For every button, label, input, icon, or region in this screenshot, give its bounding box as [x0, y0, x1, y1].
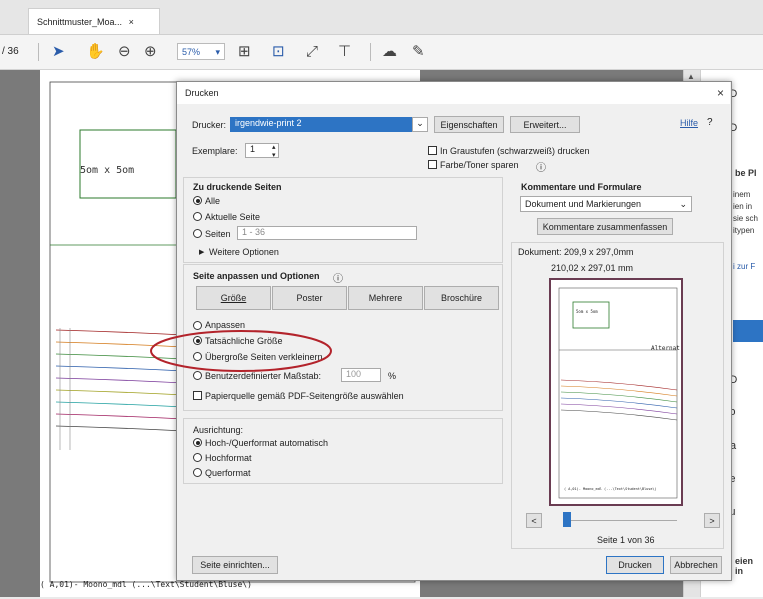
tools-text: inem	[733, 190, 751, 199]
pages-current-label: Aktuelle Seite	[205, 212, 261, 222]
pages-range-value: 1 - 36	[242, 227, 266, 237]
zoom-value: 57%	[182, 47, 201, 57]
tools-blue-button[interactable]	[733, 320, 763, 342]
orient-landscape-label: Querformat	[205, 468, 251, 478]
paper-size: 210,02 x 297,01 mm	[551, 263, 634, 273]
copies-label: Exemplare:	[192, 146, 238, 156]
advanced-button[interactable]: Erweitert...	[510, 116, 580, 133]
arrow-cursor-icon[interactable]: ➤	[52, 42, 65, 62]
print-preview	[549, 278, 683, 506]
percent-label: %	[388, 371, 397, 381]
properties-button[interactable]: Eigenschaften	[434, 116, 504, 133]
pages-all-label: Alle	[205, 196, 221, 206]
pages-range-label: Seiten	[205, 229, 231, 239]
tools-text: be Pl	[735, 168, 757, 178]
tools-text: ien in	[733, 202, 753, 211]
orient-landscape-radio[interactable]	[193, 468, 202, 477]
tab-document[interactable]: Schnittmuster_Moa... ×	[28, 8, 160, 34]
help-link[interactable]: Hilfe	[680, 118, 698, 128]
summarize-comments-button[interactable]: Kommentare zusammenfassen	[537, 218, 673, 235]
zoom-out-icon[interactable]: ⊖	[118, 42, 131, 62]
orient-portrait-radio[interactable]	[193, 453, 202, 462]
document-footer: ( A,01)- Moono_mdl (...\Text\Student\Blu…	[40, 580, 252, 589]
orient-auto-radio[interactable]	[193, 438, 202, 447]
tools-text: sie sch	[733, 214, 758, 223]
pen-icon[interactable]: ✎	[412, 42, 425, 62]
zoom-in-icon[interactable]: ⊕	[144, 42, 157, 62]
close-icon[interactable]: ×	[129, 17, 134, 27]
grayscale-checkbox[interactable]	[428, 146, 437, 155]
page-count: Seite 1 von 36	[597, 535, 655, 545]
print-button[interactable]: Drucken	[606, 556, 664, 574]
stepper-icon[interactable]: ▴ ▾	[272, 143, 276, 159]
highlight-ellipse	[150, 330, 332, 372]
pages-range-radio[interactable]	[193, 229, 202, 238]
orient-portrait-label: Hochformat	[205, 453, 252, 463]
fit-page-icon[interactable]: ⊞	[238, 42, 251, 62]
tab-label: Schnittmuster_Moa...	[37, 17, 123, 27]
copies-value: 1	[250, 144, 256, 154]
more-options-link[interactable]: Weitere Optionen	[209, 247, 279, 257]
preview-alt-label: Alternat	[651, 345, 680, 352]
custom-scale-value: 100	[346, 369, 362, 379]
hand-icon[interactable]: ✋	[86, 42, 105, 62]
poster-button[interactable]: Poster	[272, 286, 347, 310]
page-indicator: / 36	[2, 46, 19, 57]
prev-page-button[interactable]: <	[526, 513, 542, 528]
preview-footer: ( A,01)- Moono_mdl (...\Text\Student\Blu…	[564, 487, 657, 491]
pages-current-radio[interactable]	[193, 212, 202, 221]
custom-scale-input[interactable]: 100	[341, 368, 381, 382]
cancel-button[interactable]: Abbrechen	[670, 556, 722, 574]
tools-text: itypen	[733, 226, 755, 235]
comments-header: Kommentare und Formulare	[521, 182, 642, 192]
size-button[interactable]: Größe	[196, 286, 271, 310]
scroll-up-icon[interactable]: ▲	[687, 72, 695, 81]
printer-label: Drucker:	[192, 120, 227, 130]
marquee-icon[interactable]: ⊡	[272, 42, 285, 62]
comments-value: Dokument und Markierungen	[525, 199, 642, 209]
next-page-button[interactable]: >	[704, 513, 720, 528]
orientation-header: Ausrichtung:	[193, 425, 244, 435]
document-size: Dokument: 209,9 x 297,0mm	[518, 247, 634, 257]
info-icon[interactable]: ⓘ	[333, 270, 343, 285]
preview-box-label: 5om x 5om	[576, 309, 598, 314]
help-icon[interactable]: ?	[707, 117, 713, 128]
chevron-down-icon[interactable]: ⌄	[412, 117, 428, 132]
toner-label: Farbe/Toner sparen	[440, 160, 519, 170]
tools-text: eien in	[735, 556, 754, 576]
comment-icon[interactable]: ☁	[382, 42, 397, 62]
printer-value: irgendwie-print 2	[235, 118, 302, 128]
paper-source-checkbox[interactable]	[193, 391, 202, 400]
fullscreen-icon[interactable]: ⤢	[306, 42, 318, 62]
page-slider-thumb[interactable]	[563, 512, 571, 527]
expand-icon[interactable]: ▶	[199, 248, 204, 256]
chevron-down-icon: ▾	[215, 47, 220, 57]
zoom-input[interactable]: 57% ▾	[177, 43, 225, 60]
tools-link[interactable]: i zur F	[733, 262, 755, 271]
grayscale-label: In Graustufen (schwarzweiß) drucken	[440, 146, 590, 156]
paper-source-label: Papierquelle gemäß PDF-Seitengröße auswä…	[205, 391, 404, 401]
multiple-button[interactable]: Mehrere	[348, 286, 423, 310]
booklet-button[interactable]: Broschüre	[424, 286, 499, 310]
preview-drawing	[558, 287, 678, 499]
page-slider-track[interactable]	[567, 520, 677, 521]
printer-select[interactable]: irgendwie-print 2	[230, 117, 426, 132]
document-box-label: 5om x 5om	[80, 165, 135, 176]
pages-all-radio[interactable]	[193, 196, 202, 205]
page-setup-button[interactable]: Seite einrichten...	[192, 556, 278, 574]
pages-header: Zu druckende Seiten	[193, 182, 282, 192]
info-icon[interactable]: ⓘ	[536, 159, 546, 174]
dialog-title: Drucken	[177, 82, 730, 104]
stamp-icon[interactable]: ⊤	[338, 42, 351, 62]
orient-auto-label: Hoch-/Querformat automatisch	[205, 438, 329, 448]
pages-range-input[interactable]: 1 - 36	[237, 226, 417, 240]
chevron-down-icon: ⌄	[679, 199, 687, 209]
comments-select[interactable]: Dokument und Markierungen ⌄	[520, 196, 692, 212]
fit-header: Seite anpassen und Optionen	[193, 271, 320, 281]
toner-checkbox[interactable]	[428, 160, 437, 169]
close-icon[interactable]: ×	[717, 82, 731, 104]
